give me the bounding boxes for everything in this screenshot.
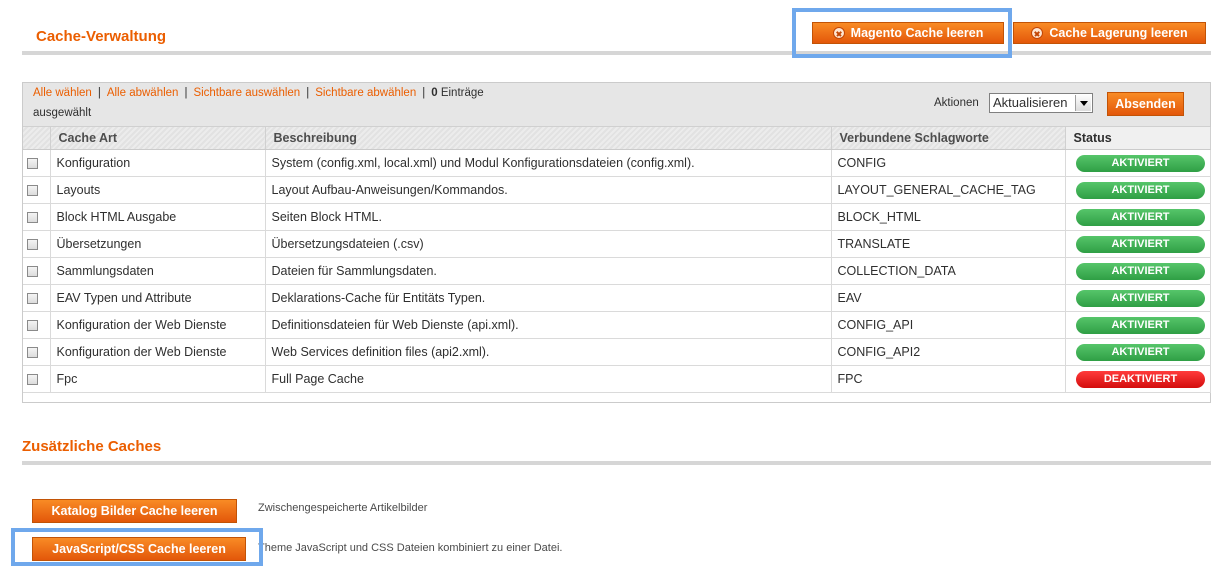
cell-description: System (config.xml, local.xml) und Modul… xyxy=(265,149,832,177)
cache-grid: Alle wählen | Alle abwählen | Sichtbare ausw… xyxy=(22,82,1211,403)
row-checkbox[interactable] xyxy=(27,347,38,359)
table-row[interactable]: Konfiguration der Web Dienste Web Servic… xyxy=(23,338,1211,366)
cell-tags: LAYOUT_GENERAL_CACHE_TAG xyxy=(831,176,1066,204)
status-badge: AKTIVIERT xyxy=(1076,262,1205,280)
flush-magento-cache-button[interactable]: Magento Cache leeren xyxy=(812,22,1004,44)
table-header-row: Cache Art Beschreibung Verbundene Schlag… xyxy=(23,127,1211,150)
massaction-links: Alle wählen | Alle abwählen | Sichtbare ausw… xyxy=(33,87,484,99)
table-row[interactable]: Layouts Layout Aufbau-Anweisungen/Komman… xyxy=(23,176,1211,204)
status-badge: AKTIVIERT xyxy=(1076,181,1205,199)
selected-count-suffix: Einträge xyxy=(440,87,484,99)
cell-description: Layout Aufbau-Anweisungen/Kommandos. xyxy=(265,176,832,204)
status-badge: AKTIVIERT xyxy=(1076,289,1205,307)
cell-cache-type: Block HTML Ausgabe xyxy=(50,203,266,231)
page-title: Cache-Verwaltung xyxy=(36,28,167,45)
flush-cache-storage-button[interactable]: Cache Lagerung leeren xyxy=(1013,22,1206,44)
status-badge: AKTIVIERT xyxy=(1076,343,1205,361)
row-checkbox[interactable] xyxy=(27,158,38,170)
cancel-circle-icon xyxy=(1031,27,1044,39)
chevron-down-icon[interactable] xyxy=(1075,95,1091,111)
selected-count: 0 xyxy=(431,87,438,99)
cell-tags: EAV xyxy=(831,284,1066,312)
additional-divider xyxy=(22,461,1211,465)
cell-cache-type: Sammlungsdaten xyxy=(50,257,266,285)
cell-tags: CONFIG_API2 xyxy=(831,338,1066,366)
table-row[interactable]: Konfiguration System (config.xml, local.… xyxy=(23,149,1211,177)
cell-description: Deklarations-Cache für Entitäts Typen. xyxy=(265,284,832,312)
header-divider xyxy=(22,51,1211,55)
massaction-bar: Alle wählen | Alle abwählen | Sichtbare ausw… xyxy=(23,83,1210,127)
flush-magento-cache-label: Magento Cache leeren xyxy=(850,26,984,40)
cell-tags: CONFIG xyxy=(831,149,1066,177)
row-checkbox[interactable] xyxy=(27,266,38,278)
table-row[interactable]: Übersetzungen Übersetzungsdateien (.csv)… xyxy=(23,230,1211,258)
cache-table: Cache Art Beschreibung Verbundene Schlag… xyxy=(23,127,1211,393)
unselect-visible-link[interactable]: Sichtbare abwählen xyxy=(315,87,416,99)
row-checkbox[interactable] xyxy=(27,212,38,224)
select-all-link[interactable]: Alle wählen xyxy=(33,87,92,99)
select-visible-link[interactable]: Sichtbare auswählen xyxy=(193,87,300,99)
table-row[interactable]: EAV Typen und Attribute Deklarations-Cac… xyxy=(23,284,1211,312)
actions-select[interactable]: Aktualisieren xyxy=(989,93,1093,113)
actions-select-value: Aktualisieren xyxy=(993,95,1068,110)
cell-description: Definitionsdateien für Web Dienste (api.… xyxy=(265,311,832,339)
cell-cache-type: Konfiguration der Web Dienste xyxy=(50,338,266,366)
row-checkbox[interactable] xyxy=(27,293,38,305)
cell-description: Full Page Cache xyxy=(265,365,832,393)
column-header-tags[interactable]: Verbundene Schlagworte xyxy=(831,127,1066,150)
cell-description: Seiten Block HTML. xyxy=(265,203,832,231)
row-checkbox[interactable] xyxy=(27,185,38,197)
cell-tags: CONFIG_API xyxy=(831,311,1066,339)
cell-tags: BLOCK_HTML xyxy=(831,203,1066,231)
row-checkbox[interactable] xyxy=(27,239,38,251)
status-badge: AKTIVIERT xyxy=(1076,316,1205,334)
table-row[interactable]: Sammlungsdaten Dateien für Sammlungsdate… xyxy=(23,257,1211,285)
flush-catalog-images-button[interactable]: Katalog Bilder Cache leeren xyxy=(32,499,237,523)
row-checkbox[interactable] xyxy=(27,320,38,332)
flush-js-css-button[interactable]: JavaScript/CSS Cache leeren xyxy=(32,537,246,561)
cell-cache-type: Konfiguration der Web Dienste xyxy=(50,311,266,339)
header-select-cell xyxy=(23,127,51,150)
row-checkbox[interactable] xyxy=(27,374,38,386)
table-row[interactable]: Fpc Full Page Cache FPC DEAKTIVIERT xyxy=(23,365,1211,393)
cell-description: Dateien für Sammlungsdaten. xyxy=(265,257,832,285)
flush-cache-storage-label: Cache Lagerung leeren xyxy=(1049,26,1188,40)
cell-cache-type: Konfiguration xyxy=(50,149,266,177)
cancel-circle-icon xyxy=(832,27,845,39)
column-header-status[interactable]: Status xyxy=(1065,127,1211,150)
actions-label: Aktionen xyxy=(934,97,979,109)
cell-tags: FPC xyxy=(831,365,1066,393)
submit-button[interactable]: Absenden xyxy=(1107,92,1184,116)
column-header-description[interactable]: Beschreibung xyxy=(265,127,832,150)
table-row[interactable]: Block HTML Ausgabe Seiten Block HTML. BL… xyxy=(23,203,1211,231)
table-row[interactable]: Konfiguration der Web Dienste Definition… xyxy=(23,311,1211,339)
cell-cache-type: EAV Typen und Attribute xyxy=(50,284,266,312)
cell-description: Web Services definition files (api2.xml)… xyxy=(265,338,832,366)
unselect-all-link[interactable]: Alle abwählen xyxy=(107,87,179,99)
additional-caches-title: Zusätzliche Caches xyxy=(22,438,162,455)
cell-cache-type: Layouts xyxy=(50,176,266,204)
status-badge: AKTIVIERT xyxy=(1076,208,1205,226)
status-badge: DEAKTIVIERT xyxy=(1076,370,1205,388)
js-css-note: Theme JavaScript und CSS Dateien kombini… xyxy=(258,542,563,554)
cell-description: Übersetzungsdateien (.csv) xyxy=(265,230,832,258)
selected-count-line2: ausgewählt xyxy=(33,107,92,119)
catalog-images-note: Zwischengespeicherte Artikelbilder xyxy=(258,502,428,514)
status-badge: AKTIVIERT xyxy=(1076,154,1205,172)
cell-cache-type: Übersetzungen xyxy=(50,230,266,258)
column-header-cache-type[interactable]: Cache Art xyxy=(50,127,266,150)
cell-tags: COLLECTION_DATA xyxy=(831,257,1066,285)
cell-cache-type: Fpc xyxy=(50,365,266,393)
status-badge: AKTIVIERT xyxy=(1076,235,1205,253)
cell-tags: TRANSLATE xyxy=(831,230,1066,258)
